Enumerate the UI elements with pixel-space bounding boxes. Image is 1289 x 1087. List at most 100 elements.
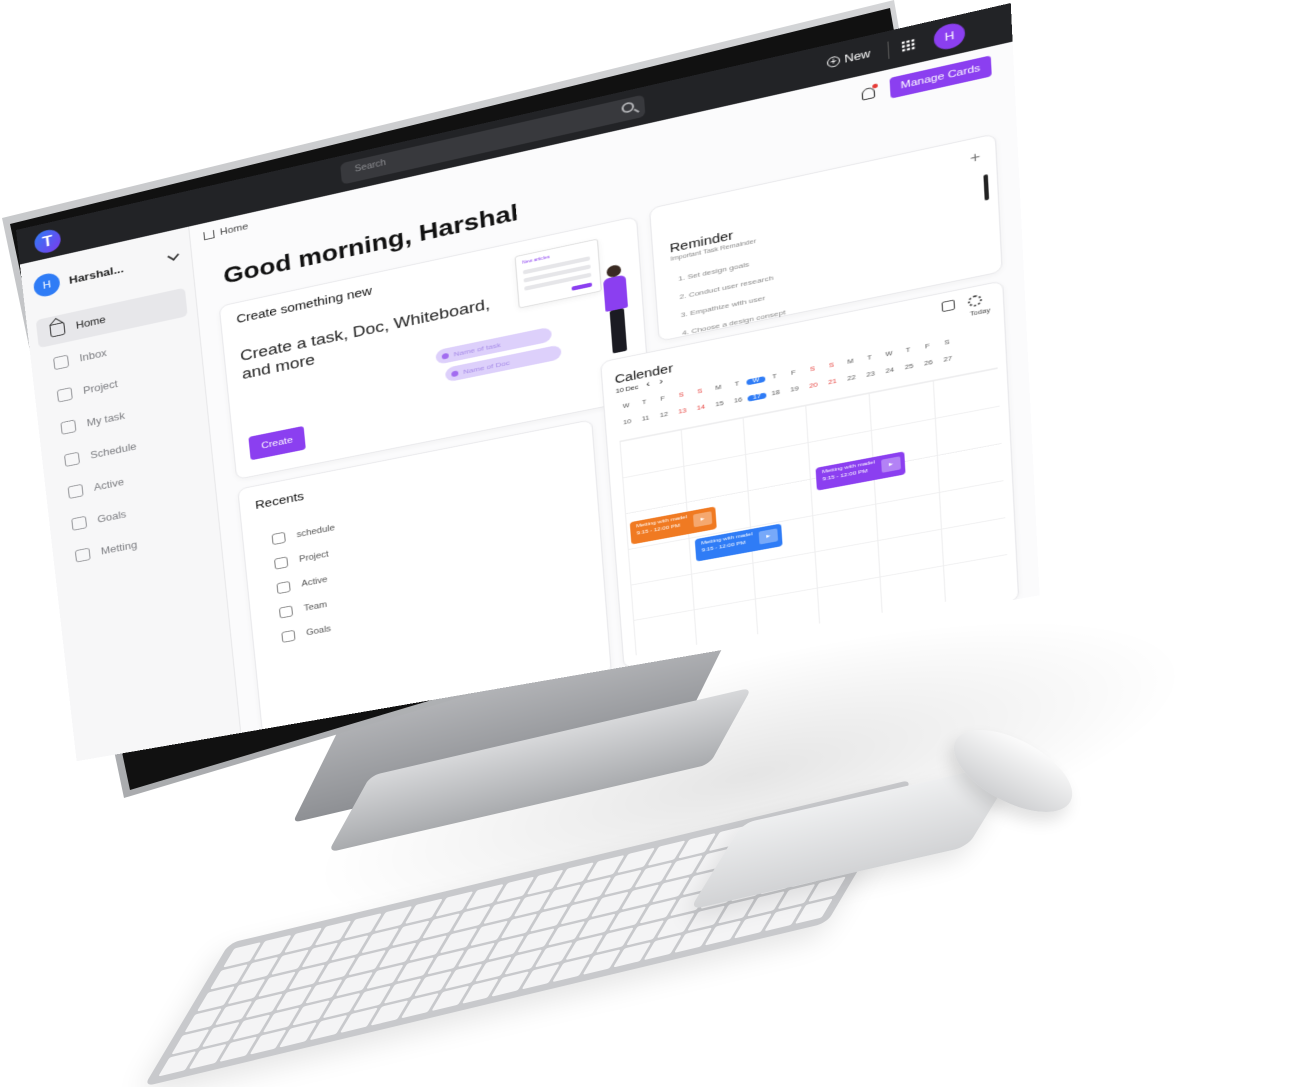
date-cell[interactable]: 18 bbox=[766, 389, 785, 398]
recents-list: schedule Project Active Team Goals bbox=[271, 515, 345, 649]
date-cell[interactable]: 19 bbox=[785, 385, 804, 394]
date-cell[interactable]: 16 bbox=[729, 396, 748, 405]
video-icon: ▶ bbox=[881, 456, 901, 473]
date-cell[interactable]: 20 bbox=[804, 381, 823, 390]
new-button[interactable]: + New bbox=[826, 47, 871, 69]
pill-label: Name of task bbox=[453, 340, 501, 358]
apps-grid-icon[interactable] bbox=[900, 38, 916, 53]
date-cell[interactable]: 27 bbox=[938, 355, 958, 365]
plus-circle-icon: + bbox=[826, 55, 841, 69]
trophy-icon bbox=[71, 515, 88, 531]
sidebar-item-label: Active bbox=[93, 476, 125, 494]
sidebar-item-label: Home bbox=[75, 313, 107, 332]
chevron-right-icon[interactable]: › bbox=[659, 376, 663, 387]
trophy-icon bbox=[281, 629, 296, 643]
weekday-label: S bbox=[828, 362, 835, 370]
weekday-label: W bbox=[746, 376, 766, 386]
divider bbox=[887, 41, 890, 60]
date-cell[interactable]: 17 bbox=[747, 392, 767, 402]
list-item-label: schedule bbox=[296, 523, 336, 540]
sidebar-item-label: Inbox bbox=[78, 347, 108, 364]
task-icon bbox=[60, 419, 77, 435]
sidebar-item-label: My task bbox=[86, 410, 126, 429]
user-name: Harshal... bbox=[68, 262, 125, 286]
chevron-left-icon[interactable]: ‹ bbox=[646, 379, 650, 389]
list-item-label: Project bbox=[298, 549, 330, 564]
weekday-label: S bbox=[944, 339, 950, 347]
sidebar-nav: Home Inbox Project My task Schedule Acti… bbox=[35, 287, 212, 577]
bell-icon[interactable] bbox=[861, 86, 875, 101]
folder-icon bbox=[56, 387, 73, 403]
team-icon bbox=[278, 605, 294, 619]
new-button-label: New bbox=[843, 47, 871, 66]
weekday-label: F bbox=[925, 343, 931, 351]
list-item-label: Active bbox=[301, 575, 328, 589]
scrollbar[interactable] bbox=[983, 174, 990, 201]
user-avatar: H bbox=[32, 271, 61, 299]
date-cell[interactable]: 26 bbox=[919, 359, 939, 369]
weekday-label: M bbox=[847, 358, 854, 366]
video-icon: ▶ bbox=[692, 511, 713, 528]
breadcrumb[interactable]: Home bbox=[203, 222, 249, 242]
date-cell[interactable]: 13 bbox=[673, 407, 692, 416]
calendar-icon bbox=[64, 451, 81, 467]
calendar-event[interactable]: Metting with madel 9:15 - 12:00 PM ▶ bbox=[815, 451, 906, 491]
calendar-tools: Today bbox=[941, 292, 991, 323]
calendar-icon[interactable] bbox=[941, 299, 956, 313]
date-cell[interactable]: 14 bbox=[692, 403, 711, 412]
chevron-down-icon[interactable] bbox=[167, 250, 180, 261]
date-cell[interactable]: 22 bbox=[842, 374, 861, 384]
list-item-label: Team bbox=[303, 600, 328, 613]
calendar-month: 10 Dec bbox=[615, 384, 639, 395]
person-body bbox=[603, 274, 629, 312]
home-icon bbox=[49, 321, 66, 338]
people-icon bbox=[67, 483, 84, 499]
gear-icon[interactable] bbox=[967, 293, 983, 308]
pill-dot bbox=[451, 369, 459, 377]
weekday-label: S bbox=[697, 388, 703, 396]
weekday-label: T bbox=[642, 399, 647, 407]
app-logo[interactable]: T bbox=[33, 227, 62, 256]
date-cell[interactable]: 11 bbox=[636, 414, 655, 423]
calendar-nav: ‹ › bbox=[646, 376, 664, 389]
search-input[interactable]: Search bbox=[354, 158, 386, 174]
calendar-title: Calender bbox=[614, 361, 674, 386]
sidebar-item-label: Project bbox=[82, 378, 119, 397]
list-item-label: Goals bbox=[305, 624, 332, 638]
date-cell[interactable]: 23 bbox=[861, 370, 881, 380]
sidebar-item-label: Schedule bbox=[89, 440, 138, 461]
weekday-label: S bbox=[678, 392, 684, 399]
illustration-window: New articles bbox=[514, 238, 602, 309]
date-cell[interactable]: 25 bbox=[899, 362, 919, 372]
inbox-icon bbox=[53, 354, 70, 371]
home-icon bbox=[203, 229, 215, 241]
create-button[interactable]: Create bbox=[248, 425, 306, 461]
pill-dot bbox=[441, 352, 449, 360]
create-card-title: Create something new bbox=[235, 283, 373, 326]
date-cell[interactable]: 10 bbox=[618, 418, 637, 427]
people-icon bbox=[276, 580, 291, 595]
add-reminder-button[interactable]: + bbox=[970, 150, 981, 168]
calendar-icon bbox=[271, 531, 286, 546]
weekday-label: F bbox=[791, 369, 796, 377]
weekday-label: W bbox=[622, 402, 630, 410]
weekday-label: M bbox=[715, 384, 722, 392]
person-legs bbox=[609, 308, 628, 354]
date-cell[interactable]: 24 bbox=[880, 366, 900, 376]
video-icon: ▶ bbox=[758, 528, 779, 545]
recents-title: Recents bbox=[254, 489, 305, 512]
date-cell[interactable]: 12 bbox=[655, 411, 674, 420]
pill-label: Name of Doc bbox=[462, 358, 510, 376]
today-button[interactable]: Today bbox=[970, 308, 991, 318]
illustration-button bbox=[571, 282, 593, 291]
video-icon bbox=[74, 547, 91, 563]
search-icon[interactable] bbox=[621, 101, 635, 114]
weekday-label: W bbox=[885, 350, 893, 359]
weekday-label: T bbox=[905, 347, 911, 354]
date-cell[interactable]: 15 bbox=[710, 400, 729, 409]
avatar[interactable]: H bbox=[933, 20, 966, 53]
sidebar-item-label: Metting bbox=[100, 539, 138, 557]
date-cell[interactable]: 21 bbox=[823, 378, 842, 387]
weekday-label: S bbox=[809, 366, 816, 373]
weekday-label: T bbox=[772, 373, 778, 381]
